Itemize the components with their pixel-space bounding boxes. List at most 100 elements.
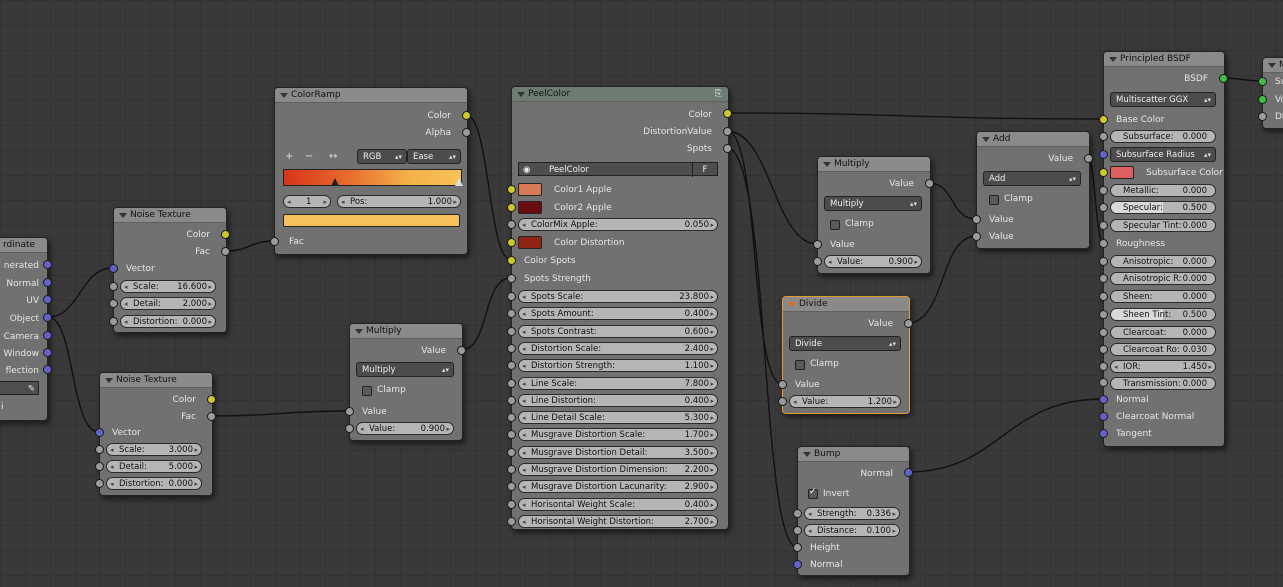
socket-input[interactable]	[1099, 310, 1108, 319]
operation-dropdown[interactable]: Multiply ▴▾	[824, 196, 922, 211]
peel-field-7[interactable]: ◂ Line Detail Scale: 5.300 ▸	[518, 411, 718, 425]
specular-field[interactable]: Specular: 0.500	[1110, 201, 1216, 214]
socket-input[interactable]	[109, 264, 118, 273]
subsurface-color-swatch[interactable]	[1110, 166, 1134, 179]
socket-input[interactable]	[1099, 186, 1108, 195]
node-header[interactable]: Noise Texture	[114, 208, 226, 223]
socket-input[interactable]	[1099, 345, 1108, 354]
socket-input[interactable]	[95, 445, 104, 454]
socket-input[interactable]	[507, 343, 516, 353]
stop-color-swatch[interactable]	[283, 214, 460, 227]
node-header[interactable]: Principled BSDF	[1104, 52, 1224, 67]
peel-field-2[interactable]: ◂ Spots Contrast: 0.600 ▸	[518, 324, 718, 338]
color1-apple-swatch[interactable]	[518, 183, 542, 196]
socket-input[interactable]	[793, 509, 802, 518]
socket-output[interactable]	[221, 247, 230, 256]
node-bump[interactable]: Bump Normal Invert ◂Strength:0.336▸ ◂Dis…	[797, 446, 910, 576]
object-field[interactable]: ✎	[0, 381, 39, 395]
add-stop-button[interactable]: +	[285, 150, 293, 163]
color-ramp-gradient[interactable]	[283, 169, 462, 186]
socket-input[interactable]	[507, 465, 516, 474]
stop-index-field[interactable]: ◂ 1 ▸	[283, 195, 331, 208]
node-color-ramp[interactable]: ColorRamp Color Alpha + − ↔ RGB ▴▾ Ease ▴▾…	[274, 87, 468, 255]
operation-dropdown[interactable]: Add ▴▾	[983, 171, 1081, 186]
node-header[interactable]: Divide	[783, 297, 909, 312]
socket-input[interactable]	[1099, 328, 1108, 337]
socket-input[interactable]	[507, 499, 516, 509]
invert-checkbox[interactable]	[808, 487, 818, 499]
socket-input[interactable]	[778, 380, 787, 389]
group-node-icon[interactable]: ⎘	[715, 87, 722, 101]
node-principled-bsdf[interactable]: Principled BSDF BSDF Multiscatter GGX ▴▾ …	[1103, 51, 1225, 447]
socket-output[interactable]	[904, 319, 913, 328]
operation-dropdown[interactable]: Divide ▴▾	[789, 336, 901, 351]
socket-input[interactable]	[1099, 221, 1108, 230]
clearcoat-field[interactable]: Clearcoat: 0.000	[1110, 326, 1216, 339]
socket-input[interactable]	[1099, 429, 1108, 438]
socket-input[interactable]	[813, 240, 822, 249]
subsurface-method-dropdown[interactable]: Subsurface Radius ▴▾	[1110, 147, 1216, 162]
stop-position-field[interactable]: ◂ Pos: 1.000 ▸	[337, 195, 461, 208]
socket-input[interactable]	[507, 292, 516, 301]
socket-output[interactable]	[43, 278, 52, 287]
socket-input[interactable]	[507, 274, 516, 283]
node-multiply-left[interactable]: Multiply Value Multiply ▴▾ Clamp Value ◂ V…	[349, 323, 463, 441]
socket-input[interactable]	[813, 257, 822, 266]
colormix-apple-field[interactable]: ◂ ColorMix Apple: 0.050 ▸	[518, 218, 718, 231]
interpolation-dropdown[interactable]: Ease ▴▾	[407, 149, 461, 164]
flip-ramp-button[interactable]: ↔	[329, 150, 337, 163]
socket-input[interactable]	[1258, 95, 1267, 104]
socket-output[interactable]	[43, 331, 52, 340]
node-noise-texture-1[interactable]: Noise Texture Color Fac Vector ◂ Scale: 16…	[113, 207, 227, 333]
socket-output[interactable]	[207, 395, 216, 404]
socket-output[interactable]	[43, 260, 52, 269]
peel-field-0[interactable]: ◂ Spots Scale: 23.800 ▸	[518, 290, 718, 303]
node-multiply-right[interactable]: Multiply Value Multiply ▴▾ Clamp Value ◂ V…	[817, 156, 931, 274]
node-header[interactable]: rdinate	[0, 238, 47, 253]
socket-input[interactable]	[1099, 239, 1108, 248]
socket-input[interactable]	[507, 256, 516, 265]
socket-input[interactable]	[507, 220, 516, 229]
socket-output[interactable]	[43, 313, 52, 322]
fake-user-button[interactable]: F	[692, 163, 717, 177]
socket-input[interactable]	[793, 543, 802, 552]
socket-input[interactable]	[1258, 77, 1267, 86]
value-field[interactable]: ◂ Value: 0.900 ▸	[824, 255, 922, 268]
socket-input[interactable]	[778, 397, 787, 406]
socket-input[interactable]	[972, 215, 981, 224]
value-field[interactable]: ◂ Value: 0.900 ▸	[356, 422, 454, 435]
socket-input[interactable]	[1099, 115, 1108, 124]
peel-field-1[interactable]: ◂ Spots Amount: 0.400 ▸	[518, 307, 718, 321]
socket-output[interactable]	[462, 128, 471, 137]
node-group-selector[interactable]: ◉ PeelColor F	[518, 162, 718, 177]
scale-field[interactable]: ◂ Scale: 3.000 ▸	[106, 443, 202, 456]
peel-field-11[interactable]: ◂ Musgrave Distortion Lacunarity: 2.900 ▸	[518, 480, 718, 494]
peel-field-8[interactable]: ◂ Musgrave Distortion Scale: 1.700 ▸	[518, 428, 718, 442]
anisotropic-rotation-field[interactable]: Anisotropic R: 0.000	[1110, 272, 1216, 285]
peel-field-10[interactable]: ◂ Musgrave Distortion Dimension: 2.200 ▸	[518, 463, 718, 476]
node-header[interactable]: M	[1263, 58, 1283, 73]
eyedropper-icon[interactable]: ✎	[28, 382, 35, 396]
peel-field-3[interactable]: ◂ Distortion Scale: 2.400 ▸	[518, 341, 718, 355]
clamp-checkbox[interactable]	[830, 220, 840, 230]
socket-input[interactable]	[1099, 412, 1108, 421]
socket-input[interactable]	[507, 185, 516, 194]
socket-input[interactable]	[507, 516, 516, 526]
clamp-checkbox[interactable]	[989, 195, 999, 205]
value-field[interactable]: ◂ Value: 1.200 ▸	[789, 395, 901, 408]
node-header[interactable]: PeelColor ⎘	[512, 87, 728, 102]
node-header[interactable]: ColorRamp	[275, 88, 467, 103]
socket-input[interactable]	[1099, 378, 1108, 387]
ior-field[interactable]: ◂ IOR: 1.450 ▸	[1110, 360, 1216, 373]
node-texture-coordinate[interactable]: rdinate nerated Normal UV Object Camera …	[0, 237, 48, 421]
detail-field[interactable]: ◂ Detail: 5.000 ▸	[106, 460, 202, 473]
socket-output[interactable]	[925, 179, 934, 188]
socket-input[interactable]	[109, 282, 118, 291]
distortion-field[interactable]: ◂ Distortion: 0.000 ▸	[106, 477, 202, 490]
socket-output[interactable]	[43, 365, 52, 374]
socket-input[interactable]	[507, 378, 516, 388]
socket-output[interactable]	[207, 412, 216, 421]
node-add[interactable]: Add Value Add ▴▾ Clamp Value Value	[976, 131, 1090, 249]
node-header[interactable]: Add	[977, 132, 1089, 147]
socket-input[interactable]	[345, 424, 354, 433]
